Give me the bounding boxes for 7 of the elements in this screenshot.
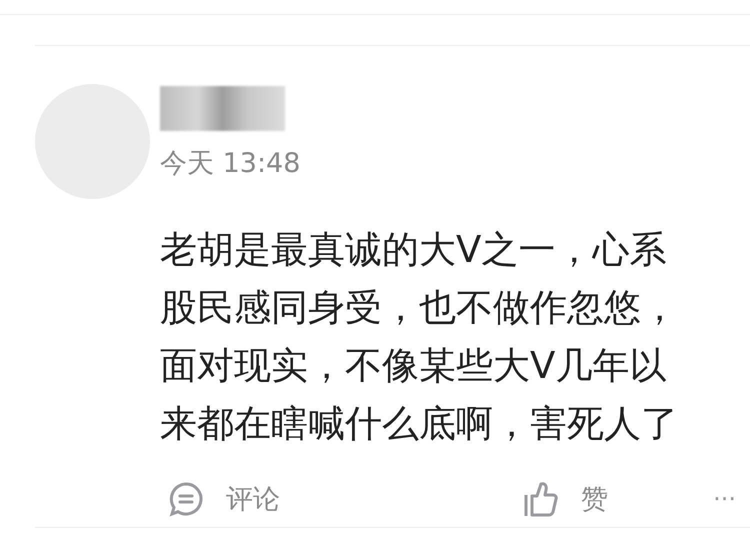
comment-icon bbox=[168, 481, 204, 517]
thumbs-up-icon bbox=[523, 480, 559, 518]
comment-button[interactable]: 评论 bbox=[168, 481, 280, 517]
more-button[interactable]: ··· bbox=[713, 485, 736, 513]
like-button[interactable]: 赞 bbox=[523, 480, 608, 518]
comment-text: 老胡是最真诚的大V之一，心系股民感同身受，也不做作忽悠，面对现实，不像某些大V几年以来都在瞎喊什么底啊，害死人了 bbox=[160, 227, 679, 447]
post-time: 今天 13:48 bbox=[160, 147, 300, 181]
